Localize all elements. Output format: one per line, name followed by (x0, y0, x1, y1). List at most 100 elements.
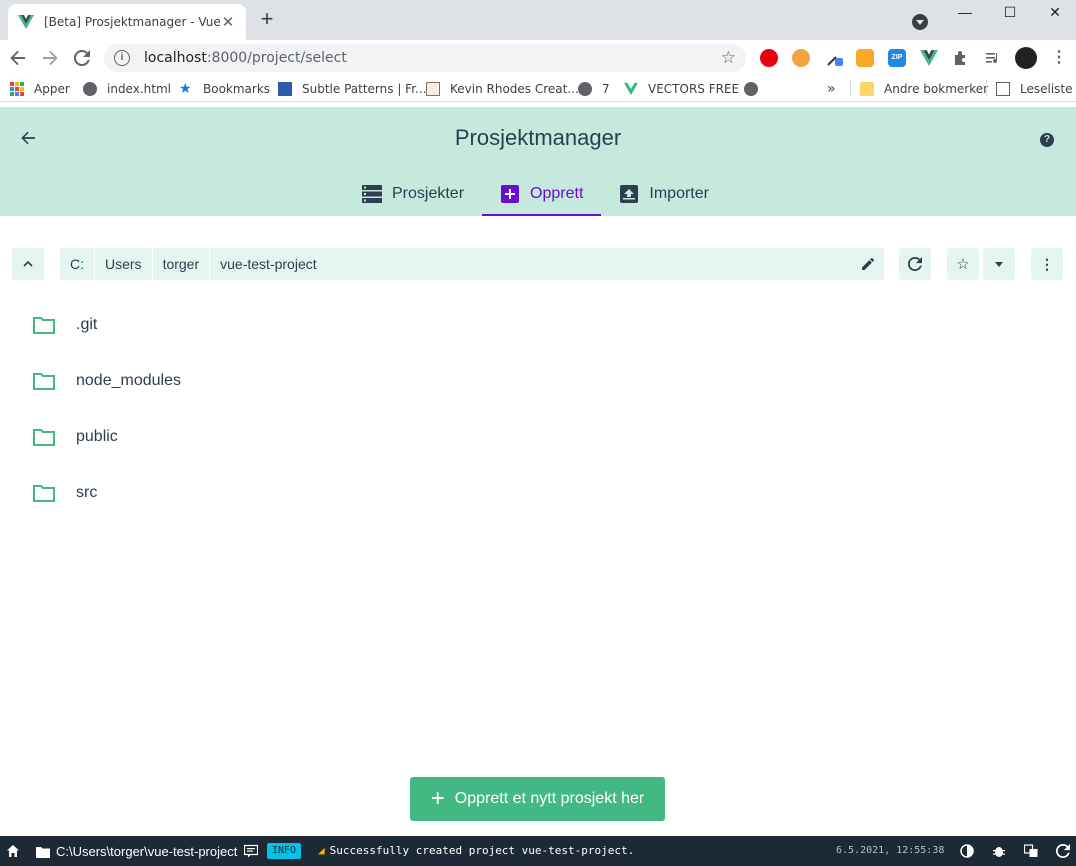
globe-icon (744, 82, 758, 96)
log-message-text: Successfully created project vue-test-pr… (329, 844, 635, 857)
square-extension-icon[interactable] (856, 49, 874, 67)
bookmark-vectors-free[interactable]: VECTORS FREE (624, 80, 739, 98)
profile-avatar-icon[interactable] (1015, 47, 1037, 69)
maximize-button[interactable]: ☐ (987, 2, 1033, 22)
zip-extension-icon[interactable]: ZIP (888, 49, 906, 67)
folder-path-bar: C: Users torger vue-test-project ☆ ⋮ (0, 248, 1076, 280)
breadcrumb-item[interactable]: Users (95, 248, 153, 280)
tab-label: Opprett (530, 184, 584, 202)
folder-icon (33, 485, 55, 502)
parent-folder-button[interactable] (12, 248, 44, 280)
browser-tab[interactable]: [Beta] Prosjektmanager - Vue CLI ✕ (8, 4, 246, 40)
console-log-icon[interactable] (244, 844, 258, 858)
close-window-button[interactable]: ✕ (1032, 2, 1076, 22)
folder-item[interactable]: .git (0, 297, 1076, 353)
face-extension-icon[interactable] (792, 49, 810, 67)
create-project-label: Opprett et nytt prosjekt her (454, 790, 645, 807)
chevron-up-icon (23, 261, 33, 267)
vue-devtools-extension-icon[interactable] (920, 49, 938, 67)
breadcrumb: C: Users torger vue-test-project (60, 248, 884, 280)
bookmark-7[interactable]: 7 (578, 80, 610, 98)
last-log-message[interactable]: ◢ Successfully created project vue-test-p… (318, 844, 634, 857)
add-box-icon (500, 184, 520, 203)
refresh-icon (908, 257, 922, 271)
translate-icon[interactable] (1024, 844, 1038, 858)
globe-icon (578, 82, 592, 96)
unarchive-icon (619, 184, 639, 203)
page-title: Prosjektmanager (454, 125, 622, 150)
refresh-button[interactable] (899, 248, 931, 280)
bookmark-index-html[interactable]: index.html (83, 80, 171, 98)
folder-icon (36, 846, 50, 858)
tab-import[interactable]: Importer (601, 171, 727, 216)
browser-tabstrip: [Beta] Prosjektmanager - Vue CLI ✕ + — ☐… (0, 0, 1076, 40)
minimize-button[interactable]: — (942, 2, 988, 22)
create-project-button[interactable]: + Opprett et nytt prosjekt her (410, 777, 665, 821)
reload-icon[interactable] (70, 46, 94, 70)
tab-search-icon[interactable] (912, 14, 928, 30)
kr-logo-icon (426, 82, 440, 96)
breadcrumb-item[interactable]: vue-test-project (210, 248, 326, 280)
current-folder[interactable]: C:\Users\torger\vue-test-project (36, 844, 237, 859)
breadcrumb-item[interactable]: C: (60, 248, 95, 280)
favorites-dropdown-button[interactable] (983, 248, 1015, 280)
vue-logo-icon (18, 15, 34, 29)
bug-report-icon[interactable] (992, 844, 1006, 858)
forward-arrow-icon[interactable] (38, 46, 62, 70)
bookmark-subtle-patterns[interactable]: Subtle Patterns | Fr... (278, 80, 426, 98)
app-header: Prosjektmanager ? Prosjekter Opprett Imp… (0, 107, 1076, 216)
bookmarks-overflow-button[interactable]: » (827, 80, 836, 98)
main-tabs: Prosjekter Opprett Importer (344, 171, 727, 216)
tab-label: Prosjekter (392, 184, 465, 202)
dark-mode-icon[interactable] (960, 844, 974, 858)
back-arrow-icon[interactable] (6, 46, 30, 70)
bookmark-apps[interactable]: Apper (10, 80, 70, 98)
bookmarks-divider (850, 80, 851, 96)
folder-item[interactable]: node_modules (0, 353, 1076, 409)
site-info-icon[interactable]: i (114, 50, 130, 66)
list-icon (362, 184, 382, 203)
folder-item[interactable]: src (0, 465, 1076, 521)
extensions-puzzle-icon[interactable] (952, 49, 970, 67)
sparkle-icon: ◢ (318, 844, 325, 857)
help-icon[interactable]: ? (1040, 133, 1054, 147)
bookmark-globe[interactable] (744, 80, 768, 98)
tab-close-icon[interactable]: ✕ (220, 13, 236, 31)
plus-icon: + (430, 785, 445, 812)
bookmarks-divider (986, 80, 987, 96)
folder-name: src (76, 484, 98, 501)
bookmark-star-icon[interactable]: ☆ (721, 48, 736, 68)
bookmark-bookmarks[interactable]: ★ Bookmarks (179, 80, 270, 98)
media-control-icon[interactable] (984, 49, 1002, 67)
browser-tab-title: [Beta] Prosjektmanager - Vue CLI (44, 15, 220, 29)
vectors-icon (624, 82, 638, 96)
address-url[interactable]: localhost:8000/project/select (144, 50, 721, 66)
star-outline-icon: ☆ (956, 256, 970, 273)
tab-label: Importer (649, 184, 709, 202)
other-bookmarks-folder[interactable]: Andre bokmerker (860, 80, 988, 98)
home-icon[interactable] (6, 844, 20, 858)
favorite-button[interactable]: ☆ (947, 248, 979, 280)
more-options-button[interactable]: ⋮ (1031, 248, 1063, 280)
folder-name: .git (76, 316, 98, 333)
folder-item[interactable]: public (0, 409, 1076, 465)
subtle-patterns-icon (278, 82, 292, 96)
folder-name: public (76, 428, 118, 445)
folder-icon (33, 373, 55, 390)
eyedropper-extension-icon[interactable] (826, 49, 844, 67)
reading-list-icon (996, 82, 1010, 96)
address-bar[interactable]: i localhost:8000/project/select ☆ (104, 44, 746, 72)
new-tab-button[interactable]: + (256, 8, 278, 30)
reading-list-button[interactable]: Leseliste (996, 80, 1073, 98)
more-vert-icon: ⋮ (1040, 255, 1054, 272)
log-timestamp: 6.5.2021, 12:55:38 (836, 845, 945, 856)
adblock-extension-icon[interactable] (760, 49, 778, 67)
refresh-icon[interactable] (1056, 844, 1070, 858)
bookmark-kevin-rhodes[interactable]: Kevin Rhodes Creat... (426, 80, 579, 98)
chrome-menu-icon[interactable]: ⋮ (1050, 49, 1068, 67)
pencil-icon[interactable] (860, 256, 876, 272)
tab-projects[interactable]: Prosjekter (344, 171, 482, 216)
caret-down-icon (995, 261, 1003, 267)
breadcrumb-item[interactable]: torger (153, 248, 211, 280)
tab-create[interactable]: Opprett (482, 171, 602, 216)
